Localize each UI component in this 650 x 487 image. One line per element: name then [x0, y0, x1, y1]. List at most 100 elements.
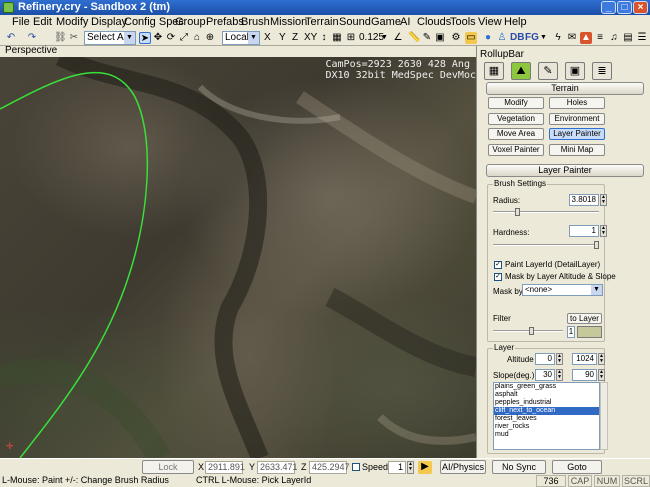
redo-icon[interactable]: ↷	[26, 32, 38, 44]
menu-modify[interactable]: Modify	[56, 16, 88, 28]
brush-icon[interactable]: ✎	[421, 32, 433, 44]
slope-min-spinner[interactable]: ▲ ▼	[556, 369, 563, 381]
snap-icon[interactable]: ⊕	[204, 32, 216, 44]
layers-tab[interactable]: ≣	[592, 62, 612, 80]
z-coord-field[interactable]: 425.2947	[309, 461, 350, 474]
menu-group[interactable]: Group	[175, 16, 206, 28]
layer-list-item[interactable]: pepples_industrial	[494, 399, 599, 407]
modify-button[interactable]: Modify	[488, 97, 544, 109]
filter-slider-thumb[interactable]	[528, 327, 534, 335]
x-coord-field[interactable]: 2911.891	[205, 461, 245, 474]
material-icon[interactable]: ▲	[580, 32, 592, 44]
undo-icon[interactable]: ↶	[5, 32, 17, 44]
layer-list-item[interactable]: asphalt	[494, 391, 599, 399]
selection-filter-select[interactable]: Select All ▼	[84, 31, 136, 45]
radius-slider[interactable]	[493, 208, 599, 216]
radius-spinner[interactable]: ▲ ▼	[600, 194, 607, 206]
unlink-icon[interactable]: ✂	[68, 32, 80, 44]
layer-painter-button[interactable]: Layer Painter	[549, 128, 605, 140]
layers-icon[interactable]: ≡	[594, 32, 606, 44]
slope-min-input[interactable]: 30	[535, 369, 555, 381]
ruler-icon[interactable]: 📏	[408, 32, 420, 44]
altitude-max-input[interactable]: 1024	[572, 353, 597, 365]
rotate-tool-icon[interactable]: ⟳	[165, 32, 177, 44]
mask-by-select[interactable]: <none> ▼	[522, 284, 603, 296]
angle-snap-icon[interactable]: ∠	[392, 32, 404, 44]
hardness-spinner[interactable]: ▲ ▼	[600, 225, 607, 237]
axis-y-toggle[interactable]: Y	[279, 32, 286, 44]
perspective-viewport[interactable]: CamPos=2923 2630 428 Ang DX10 32bit MedSp…	[0, 57, 476, 458]
menu-prefabs[interactable]: Prefabs	[206, 16, 244, 28]
y-coord-field[interactable]: 2633.471	[257, 461, 298, 474]
menu-mission[interactable]: Mission	[270, 16, 307, 28]
environment-button[interactable]: Environment	[549, 113, 605, 125]
layer-list-item[interactable]: river_rocks	[494, 423, 599, 431]
menu-brush[interactable]: Brush	[241, 16, 270, 28]
menu-help[interactable]: Help	[504, 16, 527, 28]
display-tab[interactable]: ▣	[565, 62, 585, 80]
folder-icon[interactable]: ▭	[465, 32, 477, 44]
filter-color-swatch[interactable]	[577, 326, 602, 338]
settings-icon[interactable]: ☰	[636, 32, 648, 44]
slope-max-spinner[interactable]: ▲ ▼	[598, 369, 605, 381]
layer-list-scrollbar[interactable]	[600, 382, 608, 450]
close-button[interactable]: ×	[633, 1, 648, 14]
menu-tools[interactable]: Tools	[450, 16, 476, 28]
menu-sound[interactable]: Sound	[339, 16, 371, 28]
physics-toggle-icon[interactable]: ▶	[418, 461, 432, 474]
menu-terrain[interactable]: Terrain	[305, 16, 339, 28]
speed-toggle-checkbox[interactable]	[352, 463, 360, 471]
radius-input[interactable]: 3.8018	[569, 194, 599, 206]
layer-list-item[interactable]: forest_leaves	[494, 415, 599, 423]
db-button[interactable]: DB	[510, 32, 524, 44]
script-icon[interactable]: ✉	[566, 32, 578, 44]
slope-max-input[interactable]: 90	[572, 369, 597, 381]
hardness-input[interactable]: 1	[569, 225, 599, 237]
axis-xy-toggle[interactable]: XY	[304, 32, 317, 44]
to-layer-button[interactable]: to Layer	[567, 313, 602, 324]
layer-list[interactable]: plains_green_grass asphalt pepples_indus…	[493, 382, 600, 450]
axis-z-toggle[interactable]: Z	[292, 32, 298, 44]
menu-clouds[interactable]: Clouds	[417, 16, 451, 28]
follow-terrain-icon[interactable]: ⌂	[191, 32, 203, 44]
holes-button[interactable]: Holes	[549, 97, 605, 109]
move-area-button[interactable]: Move Area	[488, 128, 544, 140]
filter-slider[interactable]	[493, 327, 563, 335]
minimize-button[interactable]: _	[601, 1, 616, 14]
voxel-painter-button[interactable]: Voxel Painter	[488, 144, 544, 156]
menu-edit[interactable]: Edit	[33, 16, 52, 28]
radius-slider-thumb[interactable]	[515, 208, 521, 216]
hardness-slider-thumb[interactable]	[594, 241, 599, 249]
hardness-slider[interactable]	[493, 241, 599, 249]
speed-spinner[interactable]: ▲ ▼	[407, 461, 414, 474]
viewport-header[interactable]: Perspective	[0, 45, 476, 57]
speed-input[interactable]: 1	[388, 461, 406, 474]
create-tab[interactable]: ▦	[484, 62, 504, 80]
menu-game[interactable]: Game	[371, 16, 401, 28]
grid-icon[interactable]: ⊞	[345, 32, 357, 44]
fg-dropdown-icon[interactable]: ▼	[540, 32, 547, 44]
lightning-icon[interactable]: ϟ	[552, 32, 564, 44]
sound-icon[interactable]: ♫	[608, 32, 620, 44]
snap-to-grid-icon[interactable]: ▦	[331, 32, 343, 44]
select-tool-icon[interactable]: ➤	[139, 32, 151, 44]
altitude-min-input[interactable]: 0	[535, 353, 555, 365]
layer-list-item[interactable]: plains_green_grass	[494, 383, 599, 391]
goto-position-button[interactable]: Goto position	[552, 460, 602, 484]
scale-tool-icon[interactable]: ⤢	[178, 32, 190, 44]
coordinate-system-select[interactable]: Local ▼	[222, 31, 260, 45]
axis-x-toggle[interactable]: X	[264, 32, 271, 44]
layer-list-item[interactable]: mud	[494, 431, 599, 439]
move-tool-icon[interactable]: ✥	[152, 32, 164, 44]
filter-value[interactable]: 1	[567, 326, 575, 338]
menu-ai[interactable]: AI	[400, 16, 410, 28]
vegetation-button[interactable]: Vegetation	[488, 113, 544, 125]
menu-display[interactable]: Display	[91, 16, 127, 28]
lock-selection-button[interactable]: Lock Selection	[142, 460, 194, 484]
camera-icon[interactable]: ▣	[434, 32, 446, 44]
gizmo-icon[interactable]: ⚙	[450, 32, 462, 44]
ai-physics-button[interactable]: AI/Physics	[440, 460, 486, 474]
fg-button[interactable]: FG	[525, 32, 539, 44]
mask-altitude-slope-checkbox[interactable]: ✓	[494, 273, 502, 281]
altitude-max-spinner[interactable]: ▲ ▼	[598, 353, 605, 365]
